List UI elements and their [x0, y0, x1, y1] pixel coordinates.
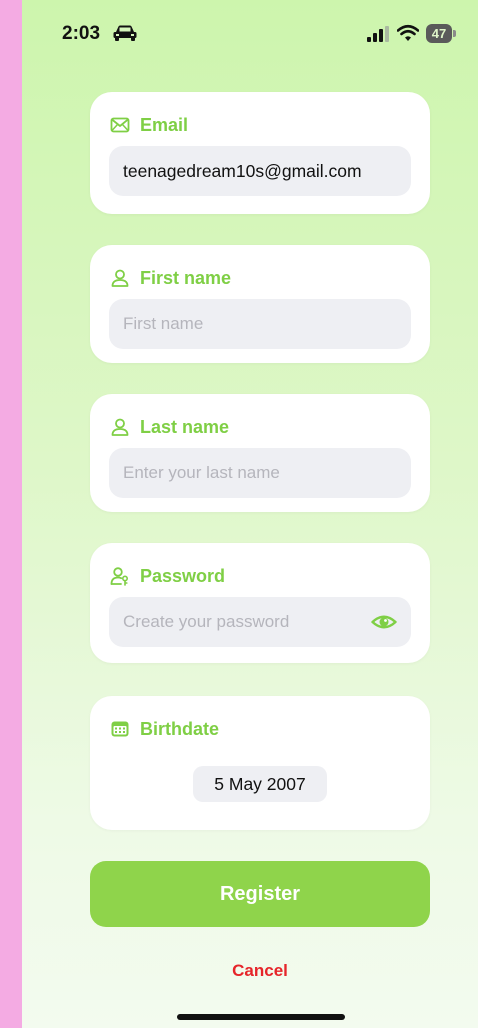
email-card: Email teenagedream10s@gmail.com: [90, 92, 430, 214]
password-card: Password Create your password: [90, 543, 430, 663]
status-time: 2:03: [62, 23, 101, 44]
cancel-button[interactable]: Cancel: [210, 958, 310, 984]
battery-cap: [453, 30, 456, 37]
last-name-card: Last name Enter your last name: [90, 394, 430, 512]
email-label-text: Email: [140, 114, 189, 135]
password-label-text: Password: [140, 565, 226, 586]
password-placeholder: Create your password: [123, 612, 290, 631]
car-icon: [113, 25, 137, 41]
status-bar: 2:03 47: [22, 0, 478, 70]
first-name-label-text: First name: [140, 267, 232, 288]
person-icon: [111, 269, 129, 287]
eye-icon[interactable]: [371, 610, 397, 634]
last-name-input[interactable]: Enter your last name: [109, 448, 411, 498]
person-icon: [111, 418, 129, 436]
birthdate-label-text: Birthdate: [140, 718, 220, 739]
battery-icon: 47: [426, 24, 456, 43]
email-label: Email: [110, 114, 188, 136]
first-name-card: First name First name: [90, 245, 430, 363]
first-name-label: First name: [110, 267, 231, 289]
phone-screen: 2:03 47 Email teenagedream10s@gmail.com …: [22, 0, 478, 1028]
password-label: Password: [110, 565, 225, 587]
home-indicator[interactable]: [177, 1014, 345, 1020]
person-key-icon: [110, 567, 129, 586]
wifi-icon: [397, 24, 419, 41]
envelope-icon: [110, 117, 130, 133]
last-name-label: Last name: [110, 416, 229, 438]
password-input[interactable]: Create your password: [109, 597, 411, 647]
signal-icon: [367, 26, 389, 42]
email-field[interactable]: teenagedream10s@gmail.com: [109, 146, 411, 196]
birthdate-label: Birthdate: [110, 718, 219, 740]
first-name-input[interactable]: First name: [109, 299, 411, 349]
birthdate-picker[interactable]: 5 May 2007: [193, 766, 327, 802]
calendar-icon: [111, 721, 129, 737]
battery-level: 47: [426, 24, 452, 43]
last-name-label-text: Last name: [140, 416, 230, 437]
birthdate-card: Birthdate 5 May 2007: [90, 696, 430, 830]
register-button[interactable]: Register: [90, 861, 430, 927]
